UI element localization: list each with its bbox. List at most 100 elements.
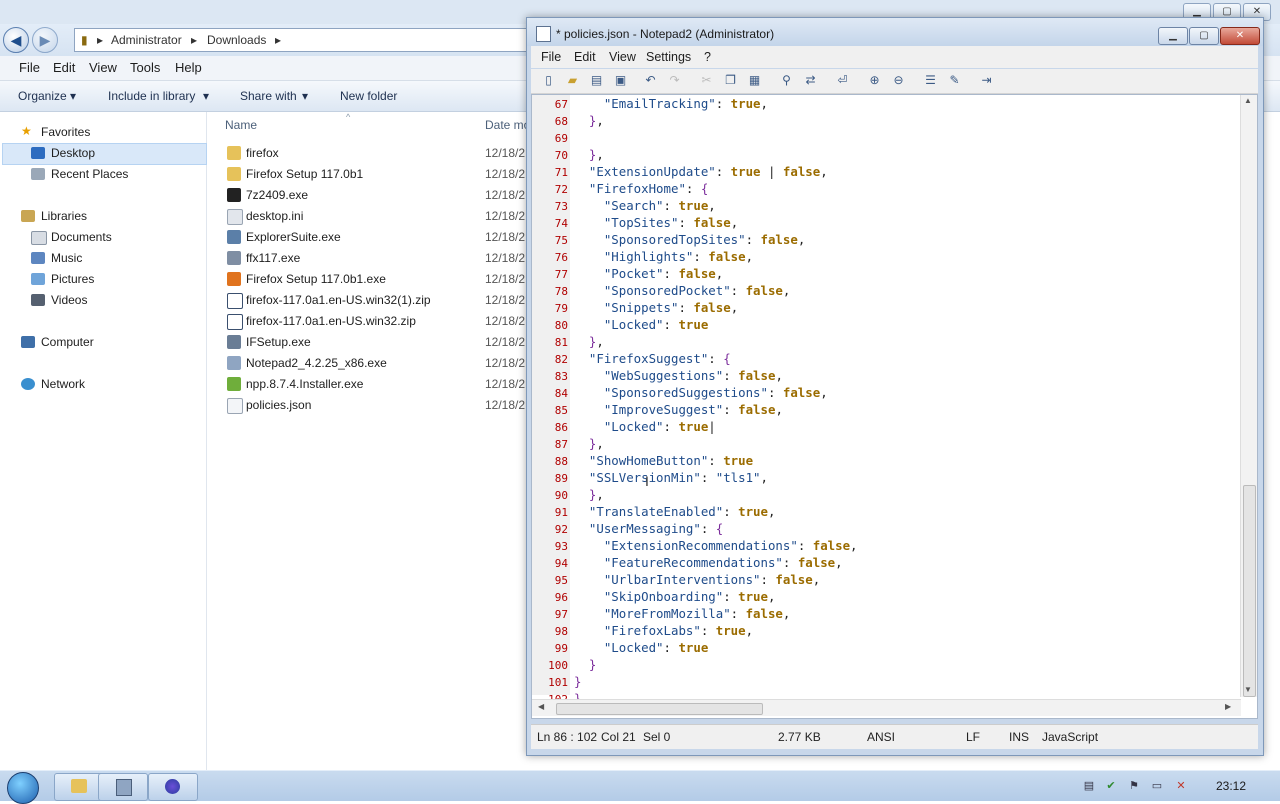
notepad2-title-bar[interactable]: * policies.json - Notepad2 (Administrato… [527, 18, 1263, 46]
horizontal-scrollbar[interactable]: ◀ ▶ [532, 699, 1241, 716]
include-in-library-button[interactable]: Include in library [108, 89, 195, 103]
nav-computer[interactable]: Computer [41, 335, 94, 349]
customize-scheme-icon[interactable]: ✎ [947, 73, 962, 88]
menu-help[interactable]: Help [175, 60, 202, 75]
file-row[interactable]: IFSetup.exe 12/18/2 [225, 332, 535, 353]
code-line[interactable]: "FeatureRecommendations": false, [574, 555, 843, 570]
file-row[interactable]: ExplorerSuite.exe 12/18/2 [225, 227, 535, 248]
minimize-icon[interactable]: ▁ [1158, 27, 1188, 45]
horizontal-scroll-thumb[interactable] [556, 703, 763, 715]
code-line[interactable]: } [574, 657, 596, 672]
vertical-scrollbar[interactable]: ▲ ▼ [1240, 95, 1257, 697]
menu-edit[interactable]: Edit [53, 60, 75, 75]
code-line[interactable]: "Snippets": false, [574, 300, 738, 315]
menu-view[interactable]: View [89, 60, 117, 75]
code-line[interactable]: "SkipOnboarding": true, [574, 589, 776, 604]
code-line[interactable]: "ImproveSuggest": false, [574, 402, 783, 417]
tray-flag-icon[interactable]: ⚑ [1127, 779, 1141, 793]
code-line[interactable]: }, [574, 334, 604, 349]
scroll-right-icon[interactable]: ▶ [1225, 702, 1231, 711]
zoom-in-icon[interactable]: ⊕ [867, 73, 882, 88]
file-row[interactable]: ffx117.exe 12/18/2 [225, 248, 535, 269]
find-icon[interactable]: ⚲ [779, 73, 794, 88]
code-line[interactable]: "ExtensionUpdate": true | false, [574, 164, 828, 179]
scheme-icon[interactable]: ☰ [923, 73, 938, 88]
menu-help[interactable]: ? [704, 50, 711, 64]
menu-view[interactable]: View [609, 50, 636, 64]
code-line[interactable]: "SponsoredTopSites": false, [574, 232, 805, 247]
replace-icon[interactable]: ⇄ [803, 73, 818, 88]
tray-document-icon[interactable]: ▤ [1082, 779, 1096, 793]
paste-icon[interactable]: ▦ [747, 73, 762, 88]
file-row[interactable]: firefox 12/18/2 [225, 143, 535, 164]
column-header-name[interactable]: Name [225, 118, 257, 132]
taskbar-firefox-button[interactable] [148, 773, 198, 801]
cut-icon[interactable]: ✂ [699, 73, 714, 88]
menu-edit[interactable]: Edit [574, 50, 596, 64]
code-line[interactable]: "Pocket": false, [574, 266, 723, 281]
file-row[interactable]: Notepad2_4.2.25_x86.exe 12/18/2 [225, 353, 535, 374]
maximize-icon[interactable]: ▢ [1189, 27, 1219, 45]
copy-icon[interactable]: ❐ [723, 73, 738, 88]
file-row[interactable]: desktop.ini 12/18/2 [225, 206, 535, 227]
menu-settings[interactable]: Settings [646, 50, 691, 64]
organize-button[interactable]: Organize [18, 89, 67, 103]
tray-volume-muted-icon[interactable]: ✕ [1174, 779, 1188, 793]
start-button[interactable] [7, 772, 39, 804]
code-line[interactable]: "UrlbarInterventions": false, [574, 572, 820, 587]
status-lexer[interactable]: JavaScript [1042, 730, 1098, 744]
undo-icon[interactable]: ↶ [643, 73, 658, 88]
new-file-icon[interactable]: ▯ [541, 73, 556, 88]
code-line[interactable]: "Locked": true [574, 640, 708, 655]
file-row[interactable]: npp.8.7.4.Installer.exe 12/18/2 [225, 374, 535, 395]
save-icon[interactable]: ▣ [613, 73, 628, 88]
status-encoding[interactable]: ANSI [867, 730, 895, 744]
column-header-date[interactable]: Date mo [485, 118, 530, 132]
nav-favorites[interactable]: Favorites [41, 125, 90, 139]
code-line[interactable]: "TranslateEnabled": true, [574, 504, 776, 519]
code-line[interactable]: "MoreFromMozilla": false, [574, 606, 791, 621]
close-icon[interactable]: ✕ [1220, 27, 1260, 45]
menu-file[interactable]: File [541, 50, 561, 64]
code-line[interactable]: "FirefoxHome": { [574, 181, 708, 196]
code-line[interactable]: "SponsoredSuggestions": false, [574, 385, 828, 400]
new-folder-button[interactable]: New folder [340, 89, 397, 103]
code-line[interactable]: "EmailTracking": true, [574, 96, 768, 111]
nav-network[interactable]: Network [41, 377, 85, 391]
code-line[interactable]: "Highlights": false, [574, 249, 753, 264]
nav-pictures[interactable]: Pictures [51, 272, 94, 286]
scroll-down-icon[interactable]: ▼ [1244, 685, 1252, 694]
code-line[interactable]: "WebSuggestions": false, [574, 368, 783, 383]
file-row[interactable]: policies.json 12/18/2 [225, 395, 535, 416]
scroll-left-icon[interactable]: ◀ [538, 702, 544, 711]
file-row[interactable]: firefox-117.0a1.en-US.win32.zip 12/18/2 [225, 311, 535, 332]
browse-icon[interactable]: ▤ [589, 73, 604, 88]
code-line[interactable]: "FirefoxLabs": true, [574, 623, 753, 638]
nav-videos[interactable]: Videos [51, 293, 87, 307]
file-row[interactable]: Firefox Setup 117.0b1.exe 12/18/2 [225, 269, 535, 290]
menu-tools[interactable]: Tools [130, 60, 160, 75]
scroll-up-icon[interactable]: ▲ [1244, 96, 1252, 105]
taskbar-clock[interactable]: 23:12 [1216, 779, 1246, 793]
zoom-out-icon[interactable]: ⊖ [891, 73, 906, 88]
redo-icon[interactable]: ↷ [667, 73, 682, 88]
menu-file[interactable]: File [19, 60, 40, 75]
nav-recent-places[interactable]: Recent Places [51, 167, 128, 181]
back-icon[interactable]: ◀ [3, 27, 29, 53]
share-with-button[interactable]: Share with [240, 89, 297, 103]
code-line[interactable]: "ExtensionRecommendations": false, [574, 538, 858, 553]
nav-documents[interactable]: Documents [51, 230, 112, 244]
file-row[interactable]: 7z2409.exe 12/18/2 [225, 185, 535, 206]
tray-network-icon[interactable]: ✔ [1104, 779, 1118, 793]
code-line[interactable]: } [574, 674, 581, 689]
code-line[interactable]: "ShowHomeButton": true [574, 453, 753, 468]
file-row[interactable]: firefox-117.0a1.en-US.win32(1).zip 12/18/… [225, 290, 535, 311]
nav-libraries[interactable]: Libraries [41, 209, 87, 223]
code-line[interactable]: "Search": true, [574, 198, 716, 213]
nav-desktop[interactable]: Desktop [51, 146, 95, 160]
word-wrap-icon[interactable]: ⏎ [835, 73, 850, 88]
code-line[interactable]: "Locked": true [574, 317, 708, 332]
text-editor[interactable]: 67 68 69 70 71 72 73 74 75 76 77 78 79 80 81 82 83 84 85 86… [531, 94, 1258, 719]
breadcrumb-downloads[interactable]: Downloads [207, 33, 266, 47]
nav-music[interactable]: Music [51, 251, 82, 265]
